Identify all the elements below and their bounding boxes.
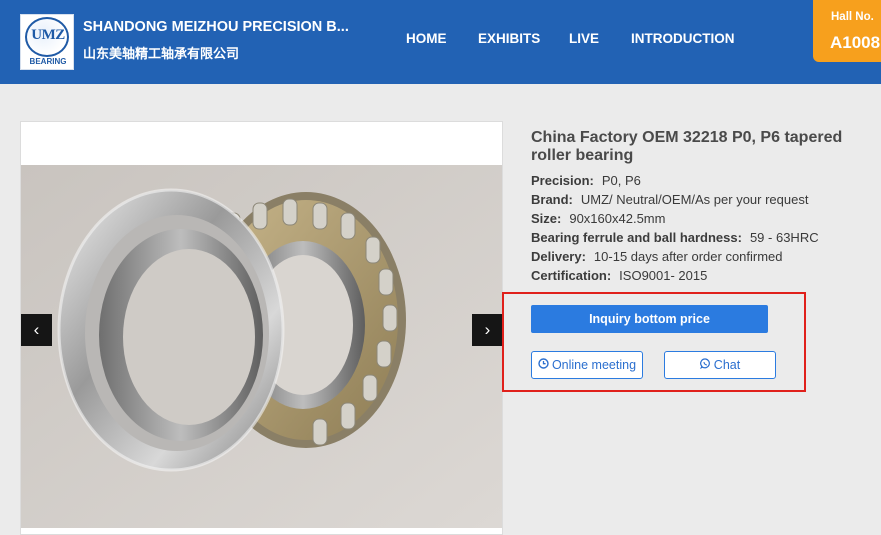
spec-row: Bearing ferrule and ball hardness: 59 - 6… <box>531 230 819 245</box>
hall-label: Hall No. <box>831 11 874 23</box>
spec-label: Size: <box>531 211 562 226</box>
spec-label: Certification: <box>531 268 612 283</box>
spec-value: UMZ/ Neutral/OEM/As per your request <box>580 192 809 207</box>
clock-icon <box>538 352 549 378</box>
logo-monogram: UMZ <box>31 27 65 43</box>
hall-value: A1008 <box>830 33 881 52</box>
nav-exhibits[interactable]: EXHIBITS <box>478 31 540 46</box>
inquiry-bottom-price-button[interactable]: Inquiry bottom price <box>531 305 768 333</box>
spec-row: Precision: P0, P6 <box>531 173 641 188</box>
spec-value: ISO9001- 2015 <box>619 268 708 283</box>
logo-wordmark: BEARING <box>29 57 67 66</box>
nav-home[interactable]: HOME <box>406 31 447 46</box>
whatsapp-icon <box>699 352 711 378</box>
chevron-right-icon: › <box>484 320 491 339</box>
product-photo <box>21 165 502 528</box>
spec-row: Delivery: 10-15 days after order confirme… <box>531 249 783 264</box>
spec-row: Size: 90x160x42.5mm <box>531 211 665 226</box>
hall-number-badge: Hall No. A1008 <box>813 0 881 62</box>
chat-button[interactable]: Chat <box>664 351 776 379</box>
tapered-roller-bearing-image <box>21 165 502 528</box>
company-logo[interactable]: UMZ BEARING <box>20 14 74 70</box>
spec-label: Brand: <box>531 192 573 207</box>
gallery-next-button[interactable]: › <box>472 314 502 346</box>
nav-live[interactable]: LIVE <box>569 31 599 46</box>
spec-value: 90x160x42.5mm <box>569 211 666 226</box>
gallery-prev-button[interactable]: ‹ <box>21 314 52 346</box>
spec-row: Certification: ISO9001- 2015 <box>531 268 707 283</box>
spec-value: 59 - 63HRC <box>749 230 819 245</box>
product-gallery: ‹ › <box>20 121 503 535</box>
spec-label: Precision: <box>531 173 594 188</box>
online-meeting-button[interactable]: Online meeting <box>531 351 643 379</box>
top-header: UMZ BEARING SHANDONG MEIZHOU PRECISION B… <box>0 0 881 84</box>
spec-label: Bearing ferrule and ball hardness: <box>531 230 742 245</box>
company-name-chinese: 山东美轴精工轴承有限公司 <box>83 46 240 61</box>
online-meeting-label: Online meeting <box>551 358 637 372</box>
chevron-left-icon: ‹ <box>33 320 40 339</box>
spec-row: Brand: UMZ/ Neutral/OEM/As per your reque… <box>531 192 808 207</box>
spec-label: Delivery: <box>531 249 586 264</box>
company-name[interactable]: SHANDONG MEIZHOU PRECISION B... <box>83 19 349 35</box>
spec-value: P0, P6 <box>601 173 641 188</box>
product-title: China Factory OEM 32218 P0, P6 tapered r… <box>531 129 843 164</box>
spec-value: 10-15 days after order confirmed <box>593 249 783 264</box>
nav-introduction[interactable]: INTRODUCTION <box>631 31 735 46</box>
chat-label: Chat <box>713 358 741 372</box>
